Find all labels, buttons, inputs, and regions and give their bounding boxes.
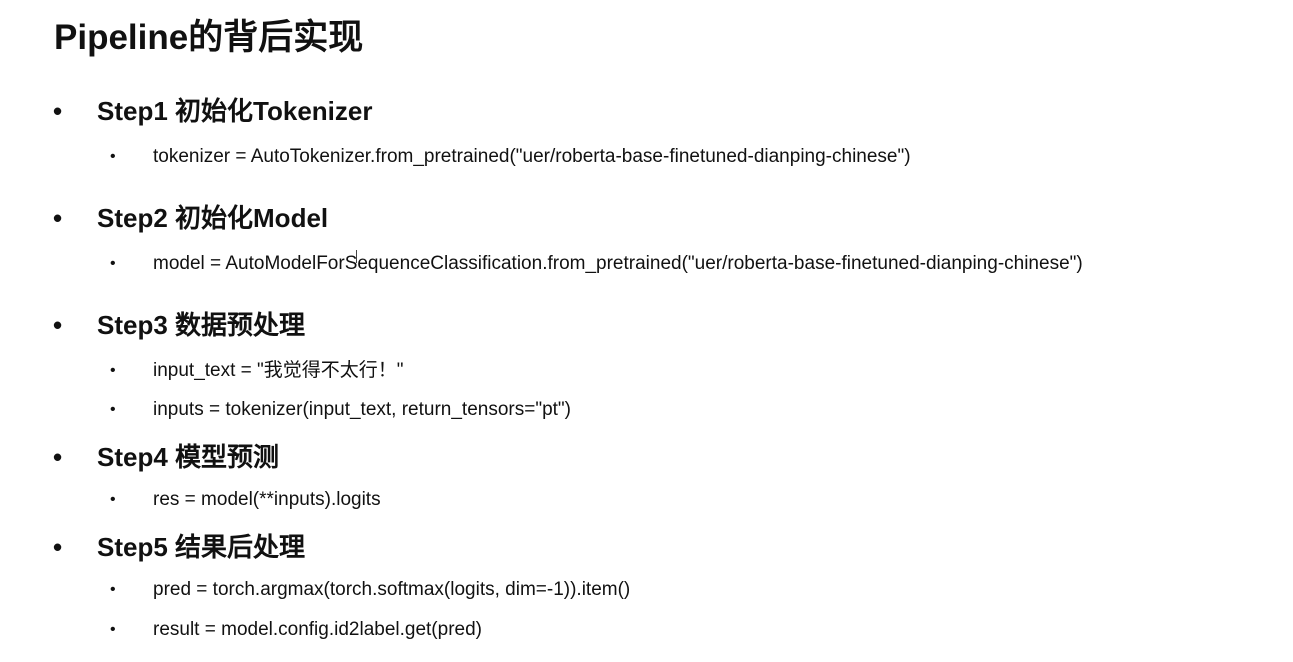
bullet-icon: • <box>53 442 63 472</box>
step-1-heading: • Step1 初始化Tokenizer <box>0 91 1293 131</box>
step-5-label: Step5 结果后处理 <box>97 532 306 562</box>
code-line: inputs = tokenizer(input_text, return_te… <box>153 399 571 420</box>
step-3-item-2: • inputs = tokenizer(input_text, return_… <box>0 395 1293 425</box>
step-5-heading: • Step5 结果后处理 <box>0 527 1293 567</box>
step-1-label: Step1 初始化Tokenizer <box>97 96 373 126</box>
bullet-icon: • <box>53 96 63 126</box>
step-3-label: Step3 数据预处理 <box>97 310 306 340</box>
bullet-icon: • <box>110 491 116 508</box>
step-1-item-1: • tokenizer = AutoTokenizer.from_pretrai… <box>0 142 1293 172</box>
code-line: pred = torch.argmax(torch.softmax(logits… <box>153 579 631 600</box>
bullet-icon: • <box>110 255 116 272</box>
step-4-heading: • Step4 模型预测 <box>0 437 1293 477</box>
text-cursor-icon <box>356 250 357 263</box>
page-title: Pipeline的背后实现 <box>54 18 364 57</box>
bullet-icon: • <box>53 310 63 340</box>
step-3-item-1: • input_text = "我觉得不太行！" <box>0 356 1293 386</box>
bullet-icon: • <box>53 203 63 233</box>
bullet-icon: • <box>53 532 63 562</box>
code-line: result = model.config.id2label.get(pred) <box>153 619 482 640</box>
code-line: model = AutoModelForSequenceClassificati… <box>153 253 1083 274</box>
step-2-label: Step2 初始化Model <box>97 203 329 233</box>
bullet-icon: • <box>110 581 116 598</box>
step-2-item-1: • model = AutoModelForSequenceClassifica… <box>0 249 1293 279</box>
slide: Pipeline的背后实现 • Step1 初始化Tokenizer • tok… <box>0 0 1293 662</box>
step-2-heading: • Step2 初始化Model <box>0 198 1293 238</box>
code-line: tokenizer = AutoTokenizer.from_pretraine… <box>153 146 911 167</box>
step-5-item-2: • result = model.config.id2label.get(pre… <box>0 615 1293 645</box>
step-4-item-1: • res = model(**inputs).logits <box>0 485 1293 515</box>
bullet-icon: • <box>110 362 116 379</box>
code-line: input_text = "我觉得不太行！" <box>153 360 404 381</box>
step-4-label: Step4 模型预测 <box>97 442 280 472</box>
step-3-heading: • Step3 数据预处理 <box>0 305 1293 345</box>
bullet-icon: • <box>110 401 116 418</box>
bullet-icon: • <box>110 148 116 165</box>
bullet-icon: • <box>110 621 116 638</box>
code-line: res = model(**inputs).logits <box>153 489 381 510</box>
step-5-item-1: • pred = torch.argmax(torch.softmax(logi… <box>0 575 1293 605</box>
